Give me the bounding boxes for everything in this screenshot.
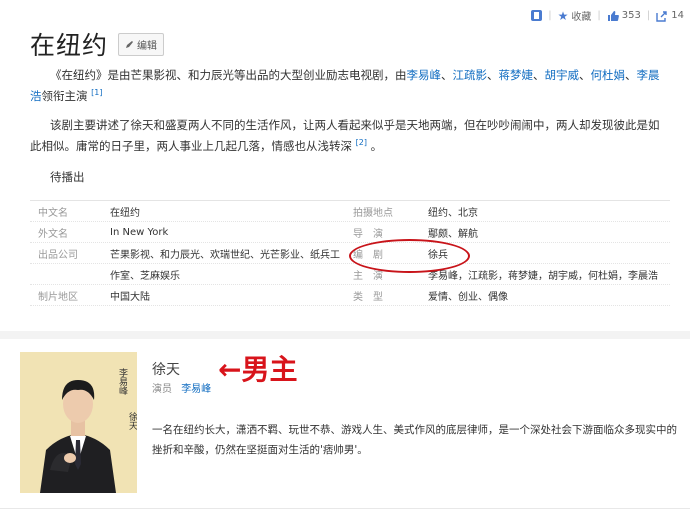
info-label: 类 型 [353, 291, 383, 303]
info-label: 拍摄地点 [353, 207, 393, 219]
top-actions: | ★ 收藏 | 353 | 14 [531, 8, 684, 23]
info-row: 中文名 在纽约 拍摄地点 纽约、北京 [30, 201, 670, 222]
character-portrait: 李易峰 徐天 [20, 352, 137, 493]
info-label: 制片地区 [38, 291, 78, 303]
bottom-divider [0, 508, 690, 509]
thumbs-up-icon [607, 10, 619, 21]
info-row: 制片地区 中国大陆 类 型 爱情、创业、偶像 [30, 285, 670, 306]
plot-paragraph: 该剧主要讲述了徐天和盛夏两人不同的生活作风，让两人看起来似乎是天地两端，但在吵吵… [30, 118, 660, 153]
intro-suffix: 领衔主演 [41, 88, 88, 103]
info-label: 出品公司 [38, 249, 78, 261]
reference-link[interactable]: [1] [91, 88, 102, 97]
edit-button[interactable]: 编辑 [118, 32, 165, 56]
actor-link[interactable]: 李易峰 [181, 384, 211, 395]
cast-links[interactable]: 李易峰，江疏影，蒋梦婕，胡宇威，何杜娟，李晨浩 [428, 267, 670, 282]
info-value: In New York [110, 226, 169, 238]
portrait-actor-caption: 李易峰 [117, 368, 127, 395]
info-value: 作室、芝麻娱乐 [110, 270, 180, 282]
favorite-label: 收藏 [571, 12, 592, 23]
star-icon: ★ [557, 8, 569, 23]
share-count: 14 [671, 10, 684, 21]
info-value: 纽约、北京 [428, 207, 478, 219]
section-divider [0, 331, 690, 339]
like-count: 353 [621, 10, 641, 21]
pencil-icon [126, 40, 134, 48]
upload-button[interactable] [531, 10, 543, 21]
status-text: 待播出 [50, 170, 85, 184]
info-value: 在纽约 [110, 207, 140, 219]
male-lead-annotation: ←男主 [218, 353, 298, 386]
page-title: 在纽约 [30, 31, 109, 60]
actor-link[interactable]: 蒋梦婕 [499, 68, 534, 82]
share-icon [656, 10, 667, 22]
actor-role-label: 演员 [152, 384, 172, 395]
actor-link[interactable]: 何杜娟 [591, 68, 626, 82]
character-name: 徐天 [152, 362, 180, 378]
plot-text: 该剧主要讲述了徐天和盛夏两人不同的生活作风，让两人看起来似乎是天地两端，但在吵吵… [30, 118, 660, 153]
actor-link[interactable]: 江疏影 [453, 68, 488, 82]
reference-link[interactable]: [2] [356, 138, 367, 147]
info-label: 外文名 [38, 228, 68, 240]
actor-link[interactable]: 李易峰 [407, 68, 442, 82]
highlight-circle [349, 239, 470, 273]
actor-line: 演员 李易峰 [152, 380, 211, 395]
director-links[interactable]: 鄢颇、解航 [428, 225, 670, 240]
info-row: 外文名 In New York 导 演 鄢颇、解航 [30, 222, 670, 243]
info-label: 导 演 [353, 228, 383, 240]
title-row: 在纽约 编辑 [30, 26, 165, 62]
character-description: 一名在纽约长大，潇洒不羁、玩世不恭、游戏人生、美式作风的底层律师，是一个深处社会… [152, 424, 677, 456]
upload-icon [531, 10, 543, 21]
intro-paragraph: 《在纽约》是由芒果影视、和力辰光等出品的大型创业励志电视剧，由李易峰、江疏影、蒋… [30, 68, 660, 103]
actor-link[interactable]: 胡宇威 [545, 68, 580, 82]
info-label: 中文名 [38, 207, 68, 219]
info-value: 芒果影视、和力辰光、欢瑞世纪、光芒影业、纸兵工 [110, 249, 340, 261]
portrait-role-caption: 徐天 [127, 412, 137, 430]
info-row: 作室、芝麻娱乐 主 演 李易峰，江疏影，蒋梦婕，胡宇威，何杜娟，李晨浩 [30, 264, 670, 285]
info-value: 爱情、创业、偶像 [428, 291, 508, 303]
like-button[interactable]: 353 [607, 10, 641, 22]
edit-label: 编辑 [137, 40, 158, 52]
info-value: 中国大陆 [110, 291, 150, 303]
favorite-button[interactable]: ★ 收藏 [557, 8, 592, 24]
share-button[interactable]: 14 [656, 10, 684, 22]
intro-prefix: 《在纽约》是由芒果影视、和力辰光等出品的大型创业励志电视剧，由 [50, 68, 407, 82]
